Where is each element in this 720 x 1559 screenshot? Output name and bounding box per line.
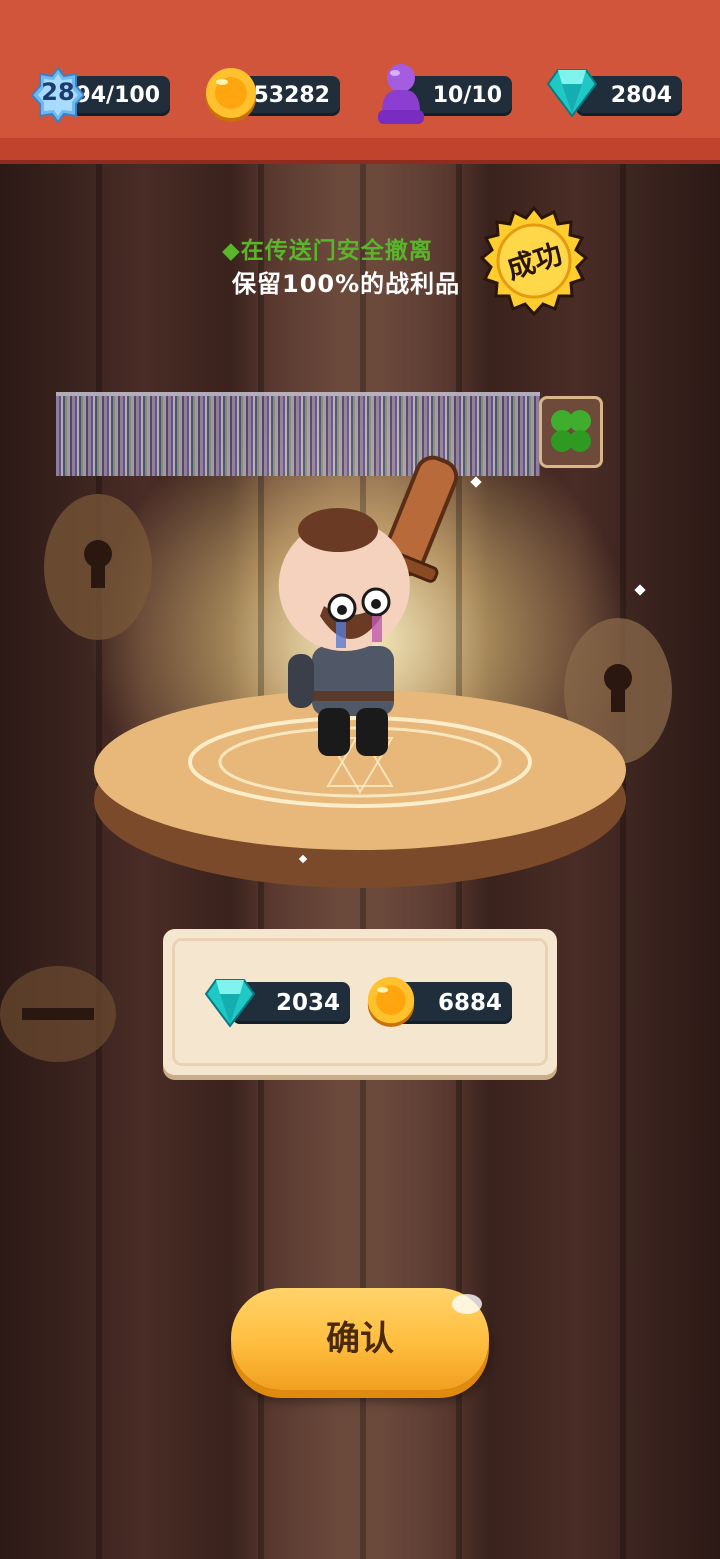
keyhole-plate-icon (0, 966, 116, 1062)
coin-icon (206, 68, 256, 122)
gem-icon (546, 69, 598, 118)
confirm-button[interactable]: 确认 (231, 1288, 489, 1390)
player-level: 28 (41, 78, 75, 106)
evacuation-message: ◆在传送门安全撤离 (222, 238, 433, 264)
hero-character (278, 455, 459, 756)
button-shine (452, 1294, 482, 1314)
loot-kept-message: 保留100%的战利品 (232, 270, 461, 298)
loot-slot[interactable] (539, 396, 603, 468)
gem-icon (204, 979, 256, 1028)
clover-loot-icon (551, 410, 591, 452)
player-pawn-icon (378, 64, 424, 124)
keyhole-plate-icon (44, 494, 152, 640)
coin-icon (367, 976, 415, 1027)
energy-counter: 94/100 (72, 76, 170, 116)
